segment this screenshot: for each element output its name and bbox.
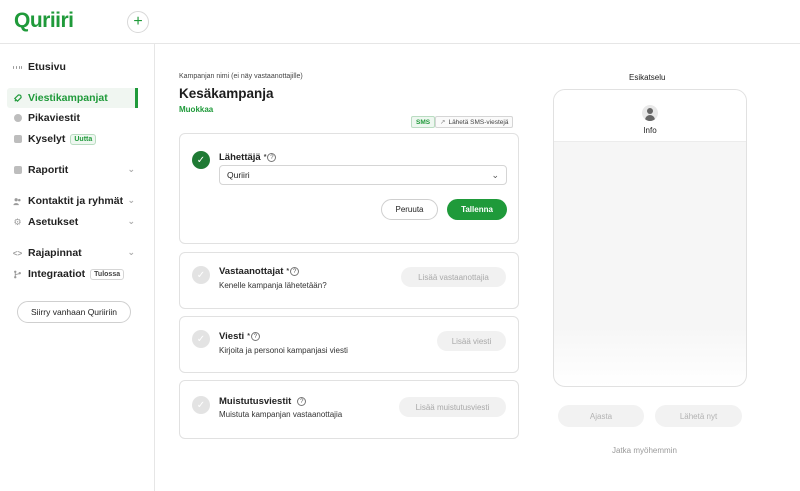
sidebar-item-etusivu[interactable]: Etusivu (7, 57, 138, 77)
reminder-card: ✓ Muistutusviestit ? Muistuta kampanjan … (179, 380, 519, 439)
sidebar-item-label: Pikaviestit (28, 112, 80, 124)
sender-title-text: Lähettäjä (219, 152, 261, 163)
gear-icon: ⚙ (13, 216, 22, 227)
check-icon: ✓ (192, 330, 210, 348)
message-title: Viesti * ? (219, 331, 260, 342)
chevron-down-icon: ⌄ (127, 164, 135, 174)
message-icon (13, 114, 22, 123)
help-icon[interactable]: ? (250, 332, 260, 341)
sidebar-item-label: Etusivu (28, 61, 66, 73)
send-now-button[interactable]: Lähetä nyt (655, 405, 742, 427)
survey-icon (13, 135, 22, 144)
rocket-icon (13, 93, 22, 103)
dashboard-icon (13, 63, 22, 72)
check-icon: ✓ (192, 396, 210, 414)
sidebar-item-kontaktit[interactable]: Kontaktit ja ryhmät ⌄ (7, 191, 138, 211)
required-mark: * (263, 154, 267, 161)
reminder-title: Muistutusviestit ? (219, 396, 307, 407)
chevron-down-icon: ⌄ (127, 195, 135, 205)
recipients-title: Vastaanottajat * ? (219, 266, 300, 277)
chevron-down-icon: ⌄ (127, 247, 135, 257)
cancel-button[interactable]: Peruuta (381, 199, 438, 220)
campaign-name: Kesäkampanja (179, 86, 274, 101)
old-version-button[interactable]: Siirry vanhaan Quriiriin (17, 301, 131, 323)
campaign-name-label: Kampanjan nimi (ei näy vastaanottajille) (179, 73, 303, 80)
sidebar-item-label: Viestikampanjat (28, 92, 108, 104)
sidebar-item-label: Asetukset (28, 216, 79, 228)
sidebar-item-label: Kontaktit ja ryhmät (28, 195, 124, 207)
preview-title: Esikatselu (629, 73, 666, 82)
schedule-button[interactable]: Ajasta (558, 405, 644, 427)
recipients-card: ✓ Vastaanottajat * ? Kenelle kampanja lä… (179, 252, 519, 309)
send-type-label: Lähetä SMS-viestejä (448, 118, 509, 126)
reminder-title-text: Muistutusviestit (219, 396, 292, 407)
sender-card: ✓ Lähettäjä * ? Quriiri ⌄ Peruuta Tallen… (179, 133, 519, 244)
logo[interactable]: Quriiri (14, 9, 74, 33)
coming-soon-badge: Tulossa (90, 268, 125, 280)
sidebar-item-pikaviestit[interactable]: Pikaviestit (7, 108, 138, 128)
phone-header: Info (554, 90, 746, 142)
help-icon[interactable]: ? (297, 397, 307, 406)
send-type-badge: ↗ Lähetä SMS-viestejä (435, 116, 514, 128)
integration-icon (13, 270, 22, 279)
reminder-subtitle: Muistuta kampanjan vastaanottajia (219, 410, 343, 419)
save-button[interactable]: Tallenna (447, 199, 507, 220)
arrow-icon: ↗ (440, 119, 446, 126)
sidebar-item-label: Integraatiot (28, 268, 86, 280)
message-title-text: Viesti (219, 331, 245, 342)
code-icon: <> (12, 248, 23, 258)
channel-badge: SMS (411, 116, 436, 128)
add-message-button[interactable]: Lisää viesti (437, 331, 506, 351)
sender-select[interactable]: Quriiri ⌄ (219, 165, 507, 185)
new-button[interactable]: + (127, 11, 149, 33)
sidebar-item-asetukset[interactable]: ⚙ Asetukset ⌄ (7, 212, 138, 232)
sidebar-item-label: Rajapinnat (28, 247, 82, 259)
add-reminder-button[interactable]: Lisää muistutusviesti (399, 397, 506, 417)
sidebar: Etusivu Viestikampanjat Pikaviestit Kyse… (0, 44, 155, 491)
help-icon[interactable]: ? (267, 153, 277, 162)
edit-name-link[interactable]: Muokkaa (179, 105, 213, 114)
help-icon[interactable]: ? (290, 267, 300, 276)
sidebar-item-kyselyt[interactable]: Kyselyt Uutta (7, 129, 138, 149)
check-icon: ✓ (192, 151, 210, 169)
sidebar-item-rajapinnat[interactable]: <> Rajapinnat ⌄ (7, 243, 138, 263)
add-recipients-button[interactable]: Lisää vastaanottajia (401, 267, 506, 287)
preview-sender-name: Info (643, 126, 657, 135)
chevron-down-icon: ⌄ (491, 170, 499, 180)
avatar (642, 105, 658, 121)
required-mark: * (247, 333, 250, 340)
continue-later-link[interactable]: Jatka myöhemmin (612, 446, 677, 455)
sidebar-item-label: Kyselyt (28, 133, 66, 145)
message-subtitle: Kirjoita ja personoi kampanjasi viesti (219, 346, 348, 355)
sidebar-item-integraatiot[interactable]: Integraatiot Tulossa (7, 264, 138, 284)
phone-preview: Info (553, 89, 747, 387)
sidebar-item-viestikampanjat[interactable]: Viestikampanjat (7, 88, 138, 108)
recipients-title-text: Vastaanottajat (219, 266, 284, 277)
sidebar-item-raportit[interactable]: Raportit ⌄ (7, 160, 138, 180)
top-bar: Quriiri + (0, 0, 800, 44)
sender-title: Lähettäjä * ? (219, 152, 277, 163)
check-icon: ✓ (192, 266, 210, 284)
report-icon (13, 166, 22, 175)
sender-select-value: Quriiri (227, 170, 250, 180)
recipients-subtitle: Kenelle kampanja lähetetään? (219, 281, 327, 290)
required-mark: * (286, 268, 290, 275)
chevron-down-icon: ⌄ (127, 216, 135, 226)
message-card: ✓ Viesti * ? Kirjoita ja personoi kampan… (179, 316, 519, 373)
new-badge: Uutta (70, 133, 97, 145)
sidebar-item-label: Raportit (28, 164, 69, 176)
contacts-icon (13, 197, 22, 206)
